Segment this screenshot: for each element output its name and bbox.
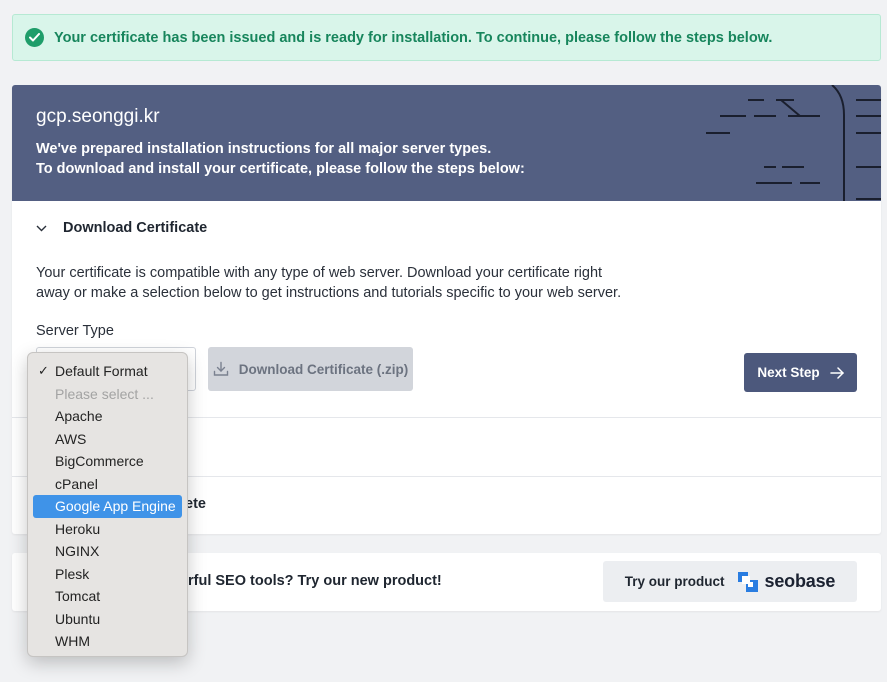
- success-alert: Your certificate has been issued and is …: [12, 14, 881, 61]
- seobase-logo: seobase: [737, 571, 836, 593]
- hero-line-1: We've prepared installation instructions…: [36, 141, 492, 157]
- check-circle-icon: [25, 28, 44, 47]
- option-tomcat[interactable]: Tomcat: [33, 585, 182, 608]
- download-section-header[interactable]: Download Certificate: [36, 220, 207, 236]
- arrow-right-icon: [829, 366, 844, 379]
- hero-intro: We've prepared installation instructions…: [36, 139, 525, 179]
- option-heroku[interactable]: Heroku: [33, 518, 182, 541]
- brand-name: seobase: [764, 571, 836, 591]
- option-whm[interactable]: WHM: [33, 630, 182, 653]
- hero-line-2: To download and install your certificate…: [36, 161, 525, 177]
- checkmark-icon: ✓: [38, 363, 49, 378]
- option-nginx[interactable]: NGINX: [33, 540, 182, 563]
- option-plesk[interactable]: Plesk: [33, 563, 182, 586]
- server-type-dropdown[interactable]: ✓ Default Format Please select ... Apache…: [27, 352, 188, 657]
- download-description: Your certificate is compatible with any …: [36, 265, 622, 301]
- promo-text: rful SEO tools? Try our new product!: [188, 573, 442, 589]
- domain-title: gcp.seonggi.kr: [36, 106, 160, 127]
- hero-banner: gcp.seonggi.kr We've prepared installati…: [12, 85, 881, 201]
- option-google-app-engine[interactable]: Google App Engine: [33, 495, 182, 518]
- option-default-format[interactable]: ✓ Default Format: [33, 360, 182, 383]
- complete-step-label[interactable]: ete: [185, 496, 206, 512]
- download-section-title: Download Certificate: [63, 220, 208, 236]
- download-certificate-button[interactable]: Download Certificate (.zip): [208, 347, 413, 391]
- next-step-label: Next Step: [757, 365, 820, 380]
- option-ubuntu[interactable]: Ubuntu: [33, 608, 182, 631]
- next-step-button[interactable]: Next Step: [744, 353, 857, 392]
- try-product-button[interactable]: Try our product seobase: [603, 561, 857, 602]
- download-icon: [213, 361, 229, 377]
- decorative-lines-graphic: [706, 85, 881, 201]
- alert-message: Your certificate has been issued and is …: [54, 29, 773, 46]
- option-placeholder: Please select ...: [55, 385, 154, 402]
- chevron-down-icon: [36, 225, 47, 232]
- option-aws[interactable]: AWS: [33, 428, 182, 451]
- option-cpanel[interactable]: cPanel: [33, 473, 182, 496]
- server-type-label: Server Type: [36, 323, 114, 339]
- try-product-label: Try our product: [624, 574, 725, 589]
- option-bigcommerce[interactable]: BigCommerce: [33, 450, 182, 473]
- option-apache[interactable]: Apache: [33, 405, 182, 428]
- download-certificate-label: Download Certificate (.zip): [238, 361, 409, 377]
